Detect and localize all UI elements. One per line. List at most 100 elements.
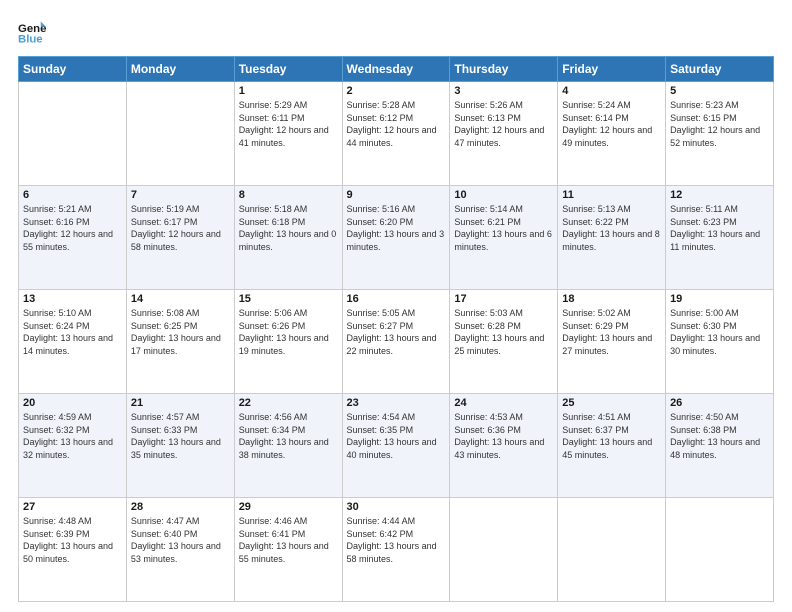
day-number: 25	[562, 397, 661, 409]
calendar-header-row: SundayMondayTuesdayWednesdayThursdayFrid…	[19, 57, 774, 82]
day-info: Sunrise: 5:18 AMSunset: 6:18 PMDaylight:…	[239, 203, 338, 253]
calendar-cell: 22 Sunrise: 4:56 AMSunset: 6:34 PMDaylig…	[234, 394, 342, 498]
day-info: Sunrise: 5:03 AMSunset: 6:28 PMDaylight:…	[454, 307, 553, 357]
day-number: 5	[670, 85, 769, 97]
calendar-table: SundayMondayTuesdayWednesdayThursdayFrid…	[18, 56, 774, 602]
day-number: 12	[670, 189, 769, 201]
day-info: Sunrise: 5:00 AMSunset: 6:30 PMDaylight:…	[670, 307, 769, 357]
day-info: Sunrise: 5:24 AMSunset: 6:14 PMDaylight:…	[562, 99, 661, 149]
calendar-week-row: 20 Sunrise: 4:59 AMSunset: 6:32 PMDaylig…	[19, 394, 774, 498]
day-number: 24	[454, 397, 553, 409]
day-info: Sunrise: 5:23 AMSunset: 6:15 PMDaylight:…	[670, 99, 769, 149]
day-info: Sunrise: 5:14 AMSunset: 6:21 PMDaylight:…	[454, 203, 553, 253]
day-info: Sunrise: 4:53 AMSunset: 6:36 PMDaylight:…	[454, 411, 553, 461]
calendar-week-row: 6 Sunrise: 5:21 AMSunset: 6:16 PMDayligh…	[19, 186, 774, 290]
day-number: 28	[131, 501, 230, 513]
day-number: 8	[239, 189, 338, 201]
day-number: 21	[131, 397, 230, 409]
day-info: Sunrise: 5:28 AMSunset: 6:12 PMDaylight:…	[347, 99, 446, 149]
day-info: Sunrise: 5:10 AMSunset: 6:24 PMDaylight:…	[23, 307, 122, 357]
day-number: 6	[23, 189, 122, 201]
calendar-cell: 18 Sunrise: 5:02 AMSunset: 6:29 PMDaylig…	[558, 290, 666, 394]
day-info: Sunrise: 5:21 AMSunset: 6:16 PMDaylight:…	[23, 203, 122, 253]
calendar-cell: 19 Sunrise: 5:00 AMSunset: 6:30 PMDaylig…	[666, 290, 774, 394]
calendar-cell	[666, 498, 774, 602]
day-number: 17	[454, 293, 553, 305]
day-number: 16	[347, 293, 446, 305]
day-info: Sunrise: 5:19 AMSunset: 6:17 PMDaylight:…	[131, 203, 230, 253]
calendar-cell	[450, 498, 558, 602]
day-number: 30	[347, 501, 446, 513]
calendar-cell: 12 Sunrise: 5:11 AMSunset: 6:23 PMDaylig…	[666, 186, 774, 290]
calendar-cell: 16 Sunrise: 5:05 AMSunset: 6:27 PMDaylig…	[342, 290, 450, 394]
calendar-cell: 25 Sunrise: 4:51 AMSunset: 6:37 PMDaylig…	[558, 394, 666, 498]
calendar-cell: 7 Sunrise: 5:19 AMSunset: 6:17 PMDayligh…	[126, 186, 234, 290]
day-number: 11	[562, 189, 661, 201]
day-info: Sunrise: 5:05 AMSunset: 6:27 PMDaylight:…	[347, 307, 446, 357]
day-number: 2	[347, 85, 446, 97]
calendar-cell	[19, 82, 127, 186]
calendar-day-header: Monday	[126, 57, 234, 82]
calendar-cell: 13 Sunrise: 5:10 AMSunset: 6:24 PMDaylig…	[19, 290, 127, 394]
calendar-cell: 23 Sunrise: 4:54 AMSunset: 6:35 PMDaylig…	[342, 394, 450, 498]
calendar-week-row: 1 Sunrise: 5:29 AMSunset: 6:11 PMDayligh…	[19, 82, 774, 186]
day-info: Sunrise: 4:57 AMSunset: 6:33 PMDaylight:…	[131, 411, 230, 461]
day-info: Sunrise: 4:44 AMSunset: 6:42 PMDaylight:…	[347, 515, 446, 565]
day-info: Sunrise: 5:11 AMSunset: 6:23 PMDaylight:…	[670, 203, 769, 253]
day-number: 14	[131, 293, 230, 305]
day-number: 18	[562, 293, 661, 305]
day-info: Sunrise: 4:48 AMSunset: 6:39 PMDaylight:…	[23, 515, 122, 565]
calendar-cell: 10 Sunrise: 5:14 AMSunset: 6:21 PMDaylig…	[450, 186, 558, 290]
calendar-day-header: Friday	[558, 57, 666, 82]
calendar-cell: 14 Sunrise: 5:08 AMSunset: 6:25 PMDaylig…	[126, 290, 234, 394]
day-info: Sunrise: 5:08 AMSunset: 6:25 PMDaylight:…	[131, 307, 230, 357]
day-info: Sunrise: 5:06 AMSunset: 6:26 PMDaylight:…	[239, 307, 338, 357]
calendar-cell: 15 Sunrise: 5:06 AMSunset: 6:26 PMDaylig…	[234, 290, 342, 394]
logo-icon: General Blue	[18, 18, 46, 46]
day-number: 27	[23, 501, 122, 513]
day-info: Sunrise: 5:29 AMSunset: 6:11 PMDaylight:…	[239, 99, 338, 149]
calendar-cell	[558, 498, 666, 602]
day-number: 10	[454, 189, 553, 201]
day-number: 15	[239, 293, 338, 305]
day-number: 1	[239, 85, 338, 97]
calendar-cell: 20 Sunrise: 4:59 AMSunset: 6:32 PMDaylig…	[19, 394, 127, 498]
calendar-cell: 21 Sunrise: 4:57 AMSunset: 6:33 PMDaylig…	[126, 394, 234, 498]
page: General Blue SundayMondayTuesdayWednesda…	[0, 0, 792, 612]
calendar-cell: 27 Sunrise: 4:48 AMSunset: 6:39 PMDaylig…	[19, 498, 127, 602]
day-info: Sunrise: 5:13 AMSunset: 6:22 PMDaylight:…	[562, 203, 661, 253]
day-number: 9	[347, 189, 446, 201]
day-number: 29	[239, 501, 338, 513]
calendar-cell: 6 Sunrise: 5:21 AMSunset: 6:16 PMDayligh…	[19, 186, 127, 290]
day-number: 23	[347, 397, 446, 409]
day-number: 3	[454, 85, 553, 97]
day-info: Sunrise: 4:46 AMSunset: 6:41 PMDaylight:…	[239, 515, 338, 565]
calendar-cell: 2 Sunrise: 5:28 AMSunset: 6:12 PMDayligh…	[342, 82, 450, 186]
logo: General Blue	[18, 18, 50, 46]
day-info: Sunrise: 5:26 AMSunset: 6:13 PMDaylight:…	[454, 99, 553, 149]
calendar-cell	[126, 82, 234, 186]
calendar-day-header: Tuesday	[234, 57, 342, 82]
day-info: Sunrise: 4:47 AMSunset: 6:40 PMDaylight:…	[131, 515, 230, 565]
calendar-week-row: 13 Sunrise: 5:10 AMSunset: 6:24 PMDaylig…	[19, 290, 774, 394]
calendar-cell: 24 Sunrise: 4:53 AMSunset: 6:36 PMDaylig…	[450, 394, 558, 498]
calendar-cell: 30 Sunrise: 4:44 AMSunset: 6:42 PMDaylig…	[342, 498, 450, 602]
calendar-cell: 1 Sunrise: 5:29 AMSunset: 6:11 PMDayligh…	[234, 82, 342, 186]
day-info: Sunrise: 4:51 AMSunset: 6:37 PMDaylight:…	[562, 411, 661, 461]
calendar-cell: 17 Sunrise: 5:03 AMSunset: 6:28 PMDaylig…	[450, 290, 558, 394]
calendar-cell: 4 Sunrise: 5:24 AMSunset: 6:14 PMDayligh…	[558, 82, 666, 186]
svg-text:Blue: Blue	[18, 34, 43, 46]
day-info: Sunrise: 4:56 AMSunset: 6:34 PMDaylight:…	[239, 411, 338, 461]
calendar-day-header: Thursday	[450, 57, 558, 82]
calendar-cell: 5 Sunrise: 5:23 AMSunset: 6:15 PMDayligh…	[666, 82, 774, 186]
day-info: Sunrise: 5:16 AMSunset: 6:20 PMDaylight:…	[347, 203, 446, 253]
calendar-cell: 9 Sunrise: 5:16 AMSunset: 6:20 PMDayligh…	[342, 186, 450, 290]
calendar-cell: 29 Sunrise: 4:46 AMSunset: 6:41 PMDaylig…	[234, 498, 342, 602]
day-info: Sunrise: 4:59 AMSunset: 6:32 PMDaylight:…	[23, 411, 122, 461]
calendar-cell: 28 Sunrise: 4:47 AMSunset: 6:40 PMDaylig…	[126, 498, 234, 602]
day-info: Sunrise: 5:02 AMSunset: 6:29 PMDaylight:…	[562, 307, 661, 357]
calendar-day-header: Saturday	[666, 57, 774, 82]
day-number: 22	[239, 397, 338, 409]
day-number: 13	[23, 293, 122, 305]
day-number: 26	[670, 397, 769, 409]
